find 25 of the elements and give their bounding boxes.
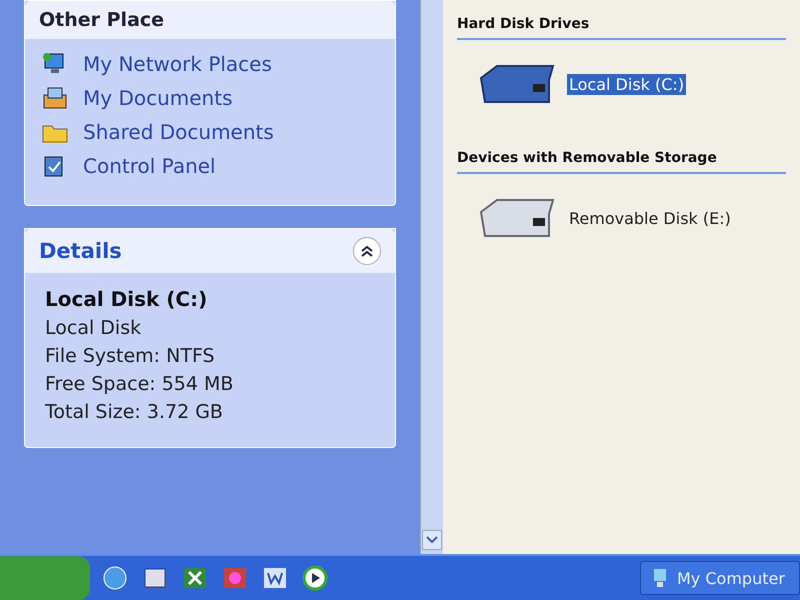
- drive-label[interactable]: Removable Disk (E:): [567, 208, 733, 228]
- collapse-button[interactable]: [353, 237, 381, 265]
- detail-text: Local Disk: [45, 317, 142, 339]
- start-button[interactable]: [0, 556, 90, 600]
- place-link[interactable]: My Network Places: [83, 52, 272, 76]
- media-player-icon[interactable]: [300, 563, 330, 593]
- computer-icon: [651, 568, 669, 588]
- section-heading: Hard Disk Drives: [457, 10, 786, 40]
- detail-text: Total Size: 3.72 GB: [45, 401, 224, 423]
- section-heading: Devices with Removable Storage: [457, 144, 786, 174]
- place-link[interactable]: Control Panel: [83, 154, 216, 178]
- documents-icon: [41, 85, 69, 111]
- detail-text: Free Space: 554 MB: [45, 373, 234, 395]
- drive-label[interactable]: Local Disk (C:): [567, 74, 686, 94]
- drive-name: Local Disk (C:): [45, 287, 208, 311]
- panel-title: Other Place: [39, 9, 164, 31]
- double-chevron-icon: [360, 244, 374, 258]
- chevron-down-icon: [426, 536, 438, 544]
- place-link[interactable]: Shared Documents: [83, 120, 274, 144]
- scrollbar[interactable]: [420, 0, 443, 554]
- taskbar-button[interactable]: My Computer: [640, 561, 800, 595]
- detail-text: File System: NTFS: [45, 345, 216, 367]
- panel-title: Details: [39, 239, 122, 263]
- place-link[interactable]: My Documents: [83, 86, 232, 110]
- scroll-down-button[interactable]: [422, 530, 442, 550]
